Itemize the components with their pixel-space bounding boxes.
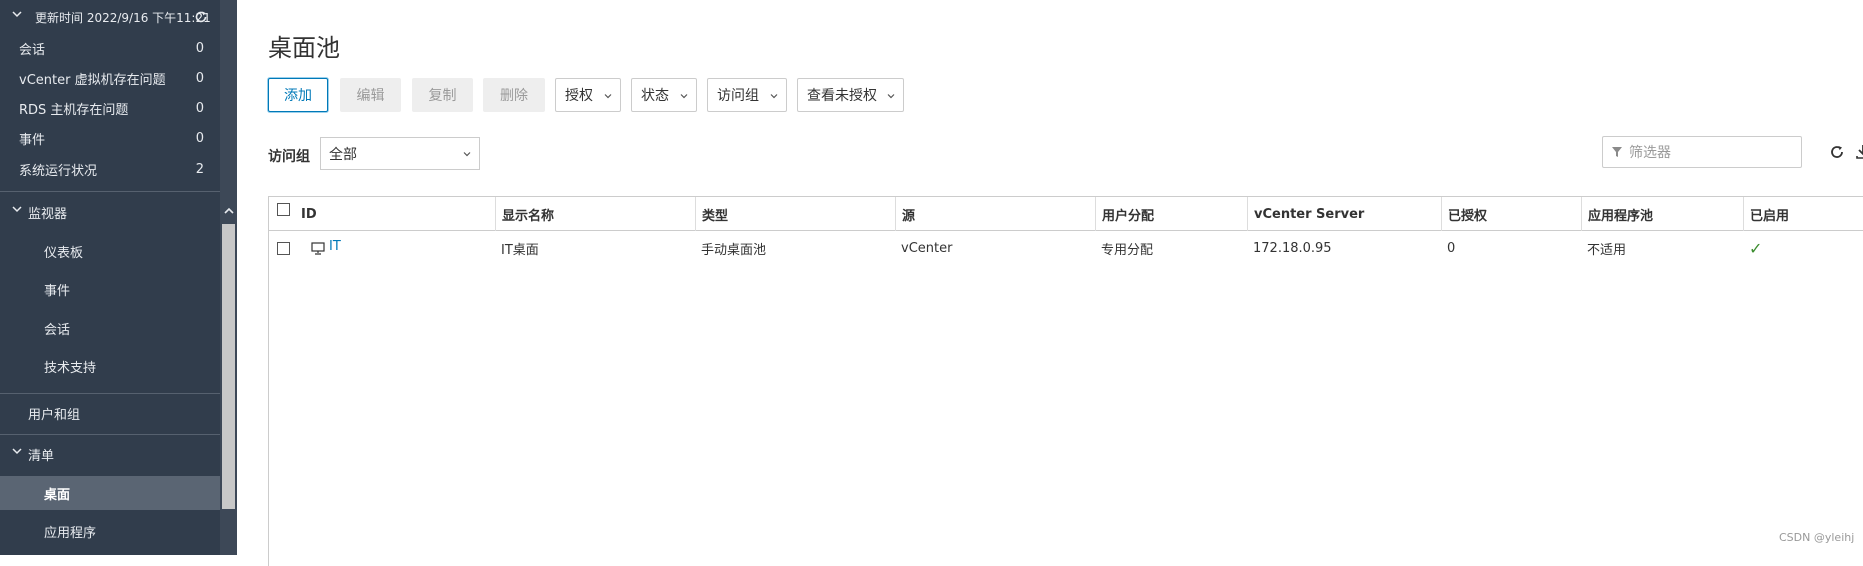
column-header-user-assignment[interactable]: 用户分配 — [1095, 197, 1247, 231]
filter-search-placeholder: 筛选器 — [1629, 145, 1671, 161]
chevron-down-icon — [887, 94, 895, 99]
stat-label: 事件 — [19, 132, 46, 148]
stat-system-health[interactable]: 系统运行状况 2 — [0, 154, 220, 184]
stat-sessions[interactable]: 会话 0 — [0, 33, 220, 63]
edit-button[interactable]: 编辑 — [340, 78, 401, 112]
cell-source: vCenter — [901, 240, 953, 256]
sidebar: 更新时间 2022/9/16 下午11:21 会话 0 vCenter 虚拟机存… — [0, 0, 237, 555]
cell-vcenter-server: 172.18.0.95 — [1253, 240, 1332, 256]
inventory-header[interactable]: 清单 — [0, 439, 220, 469]
access-group-dropdown[interactable]: 访问组 — [707, 78, 787, 112]
scroll-up-icon[interactable] — [222, 200, 235, 222]
main-content: 桌面池 添加 编辑 复制 删除 授权 状态 访问组 查看未授权 访问组 全部 筛… — [237, 0, 1863, 566]
sidebar-item-events[interactable]: 事件 — [0, 272, 220, 306]
cell-type: 手动桌面池 — [701, 242, 767, 258]
cell-id: IT — [305, 231, 495, 265]
pool-id-link[interactable]: IT — [329, 239, 341, 254]
column-header-display-name[interactable]: 显示名称 — [495, 197, 695, 231]
cell-entitled: 0 — [1447, 240, 1456, 256]
sidebar-item-label: 会话 — [44, 322, 71, 338]
row-checkbox[interactable] — [277, 242, 290, 255]
add-button[interactable]: 添加 — [268, 78, 328, 112]
cell-user-assignment: 专用分配 — [1101, 242, 1154, 258]
column-header-entitled[interactable]: 已授权 — [1441, 197, 1581, 231]
entitle-dropdown[interactable]: 授权 — [555, 78, 621, 112]
sidebar-item-desktops[interactable]: 桌面 — [0, 476, 220, 510]
chevron-down-icon — [770, 94, 778, 99]
sidebar-item-dashboard[interactable]: 仪表板 — [0, 234, 220, 268]
refresh-icon[interactable] — [194, 10, 208, 24]
sidebar-item-support[interactable]: 技术支持 — [0, 349, 220, 383]
chevron-down-icon — [680, 94, 688, 99]
divider — [0, 191, 220, 192]
sidebar-item-users-groups[interactable]: 用户和组 — [0, 398, 220, 428]
divider — [0, 393, 220, 394]
view-unentitled-dropdown[interactable]: 查看未授权 — [797, 78, 904, 112]
chevron-down-icon — [12, 11, 22, 18]
sidebar-item-label: 应用程序 — [44, 525, 97, 541]
stat-vcenter-vm-issues[interactable]: vCenter 虚拟机存在问题 0 — [0, 63, 220, 93]
chevron-down-icon — [12, 448, 22, 455]
monitor-header[interactable]: 监视器 — [0, 197, 220, 227]
access-group-filter-label: 访问组 — [268, 149, 310, 165]
stat-label: 系统运行状况 — [19, 163, 98, 179]
view-unentitled-label: 查看未授权 — [807, 88, 877, 104]
stat-label: vCenter 虚拟机存在问题 — [19, 72, 166, 88]
stat-events[interactable]: 事件 0 — [0, 123, 220, 153]
stat-count: 0 — [195, 100, 204, 116]
stat-count: 2 — [195, 161, 204, 177]
column-header-app-pool[interactable]: 应用程序池 — [1581, 197, 1743, 231]
access-group-select[interactable]: 全部 — [320, 137, 480, 170]
stat-count: 0 — [195, 40, 204, 56]
column-header-vcenter-server[interactable]: vCenter Server — [1247, 197, 1441, 231]
sidebar-item-label: 仪表板 — [44, 245, 84, 261]
sidebar-item-applications[interactable]: 应用程序 — [0, 514, 220, 548]
entitle-label: 授权 — [565, 88, 593, 104]
filter-icon — [1612, 147, 1622, 157]
sidebar-item-label: 技术支持 — [44, 360, 97, 376]
sidebar-item-sessions[interactable]: 会话 — [0, 311, 220, 345]
refresh-icon[interactable] — [1829, 144, 1845, 160]
desktop-icon — [311, 241, 325, 255]
divider — [0, 434, 220, 435]
column-header-type[interactable]: 类型 — [695, 197, 895, 231]
chevron-down-icon — [12, 206, 22, 213]
sidebar-scrollbar[interactable] — [220, 0, 237, 555]
access-group-label: 访问组 — [717, 88, 759, 104]
select-all-checkbox[interactable] — [277, 203, 290, 216]
copy-button[interactable]: 复制 — [412, 78, 473, 112]
column-header-id[interactable]: ID — [295, 197, 495, 231]
scrollbar-thumb[interactable] — [222, 224, 235, 509]
delete-button[interactable]: 删除 — [483, 78, 545, 112]
stat-count: 0 — [195, 130, 204, 146]
table-header: ID 显示名称 类型 源 用户分配 vCenter Server 已授权 应用程… — [269, 197, 1863, 231]
chevron-down-icon — [463, 152, 471, 157]
stat-label: RDS 主机存在问题 — [19, 102, 129, 118]
watermark: CSDN @yleihj — [1779, 531, 1855, 544]
inventory-label: 清单 — [28, 448, 55, 464]
stat-rds-host-issues[interactable]: RDS 主机存在问题 0 — [0, 93, 220, 123]
chevron-down-icon — [604, 94, 612, 99]
monitor-label: 监视器 — [28, 206, 68, 222]
stat-count: 0 — [195, 70, 204, 86]
update-time-label: 更新时间 2022/9/16 下午11:21 — [35, 10, 211, 25]
column-header-enabled[interactable]: 已启用 — [1743, 197, 1863, 231]
enabled-check-icon: ✓ — [1749, 238, 1763, 258]
status-label: 状态 — [641, 88, 669, 104]
sidebar-item-label: 桌面 — [44, 487, 71, 503]
desktop-pools-table: ID 显示名称 类型 源 用户分配 vCenter Server 已授权 应用程… — [268, 196, 1863, 566]
sidebar-item-label: 用户和组 — [28, 407, 81, 423]
update-time-header[interactable]: 更新时间 2022/9/16 下午11:21 — [0, 2, 220, 32]
table-row[interactable]: IT IT桌面 手动桌面池 vCenter 专用分配 172.18.0.95 0… — [269, 231, 1863, 265]
status-dropdown[interactable]: 状态 — [631, 78, 697, 112]
stat-label: 会话 — [19, 42, 46, 58]
filter-search-input[interactable]: 筛选器 — [1602, 136, 1802, 168]
page-title: 桌面池 — [268, 34, 340, 62]
access-group-select-value: 全部 — [329, 146, 357, 163]
sidebar-item-label: 事件 — [44, 283, 71, 299]
cell-app-pool: 不适用 — [1587, 242, 1627, 258]
column-header-source[interactable]: 源 — [895, 197, 1095, 231]
export-icon[interactable] — [1855, 144, 1863, 160]
cell-display-name: IT桌面 — [501, 242, 539, 258]
